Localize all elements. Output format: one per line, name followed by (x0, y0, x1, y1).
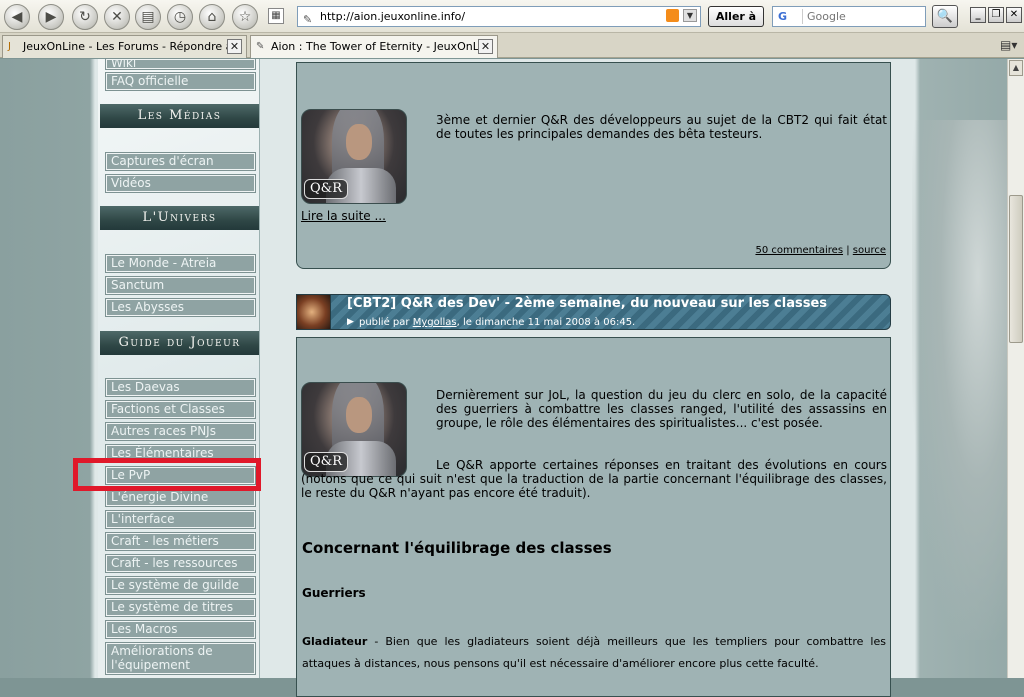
meta-prefix: publié par (359, 317, 410, 328)
bookmark-star-icon[interactable]: ☆ (232, 4, 258, 30)
go-button[interactable]: Aller à (708, 6, 764, 27)
tab-label: Aion : The Tower of Eternity - JeuxOnLi.… (271, 40, 493, 53)
article-paragraph-2: Le Q&R apporte certaines réponses en tra… (301, 458, 887, 500)
restore-button[interactable]: ❐ (988, 7, 1004, 23)
address-text: http://aion.jeuxonline.info/ (320, 10, 466, 23)
tab-close-icon[interactable]: ✕ (227, 39, 242, 54)
background-creature-art (912, 120, 1022, 640)
tab-list-icon[interactable]: ▤▾ (1000, 38, 1018, 52)
author-link[interactable]: Mygollas (413, 317, 457, 328)
gladiator-paragraph: Gladiateur - Bien que les gladiateurs so… (302, 631, 886, 675)
back-icon[interactable]: ◀ (4, 4, 30, 30)
qr-thumbnail[interactable]: Q&R (301, 109, 407, 204)
sidebar-item-craft-metiers[interactable]: Craft - les métiers (105, 532, 256, 551)
sidebar-item-daevas[interactable]: Les Daevas (105, 378, 256, 397)
sidebar-item-macros[interactable]: Les Macros (105, 620, 256, 639)
sidebar-item-factions[interactable]: Factions et Classes (105, 400, 256, 419)
stop-icon[interactable]: ✕ (104, 4, 130, 30)
reload-icon[interactable]: ↻ (72, 4, 98, 30)
minimize-button[interactable]: _ (970, 7, 986, 23)
tab-strip: J JeuxOnLine - Les Forums - Répondre a..… (0, 33, 1024, 58)
search-box[interactable]: G (772, 6, 926, 27)
article-title[interactable]: [CBT2] Q&R des Dev' - 2ème semaine, du n… (347, 296, 827, 311)
article-header: [CBT2] Q&R des Dev' - 2ème semaine, du n… (296, 294, 891, 330)
google-icon[interactable]: G (775, 9, 803, 24)
qr-badge: Q&R (304, 179, 348, 199)
forward-icon[interactable]: ▶ (38, 4, 64, 30)
sidebar-item-ameliorations[interactable]: Améliorations de l'équipement (105, 642, 256, 675)
character-face (346, 397, 372, 433)
sidebar-item-races[interactable]: Autres races PNJs (105, 422, 256, 441)
comments-link[interactable]: 50 commentaires (755, 245, 843, 256)
meta-suffix: , le dimanche 11 mai 2008 à 06:45. (456, 317, 636, 328)
close-window-button[interactable]: ✕ (1006, 7, 1022, 23)
sidebar-item-interface[interactable]: L'interface (105, 510, 256, 529)
sidebar-item-captures[interactable]: Captures d'écran (105, 152, 256, 171)
monster-avatar-icon (297, 295, 331, 329)
sidebar-item-faq[interactable]: FAQ officielle (105, 72, 256, 91)
sidebar-item-abysses[interactable]: Les Abysses (105, 298, 256, 317)
rss-icon[interactable] (666, 9, 679, 22)
history-icon[interactable]: ◷ (167, 4, 193, 30)
sidebar-item-craft-ressources[interactable]: Craft - les ressources (105, 554, 256, 573)
source-link[interactable]: source (853, 245, 886, 256)
sidebar-item-monde[interactable]: Le Monde - Atreia (105, 254, 256, 273)
gladiator-text: - Bien que les gladiateurs soient déjà m… (302, 635, 886, 670)
search-button[interactable]: 🔍 (932, 5, 958, 28)
sidebar-header-univers: L'Univers (100, 206, 259, 230)
tab-close-icon[interactable]: ✕ (478, 39, 493, 54)
sidebar-item-guilde[interactable]: Le système de guilde (105, 576, 256, 595)
page-info-icon[interactable]: ▦ (268, 8, 284, 24)
subheading-guerriers: Guerriers (302, 586, 366, 600)
news-card-1: Q&R 3ème et dernier Q&R des développeurs… (296, 62, 891, 269)
article-meta: ▶ publié par Mygollas, le dimanche 11 ma… (347, 317, 636, 328)
gladiator-label: Gladiateur (302, 635, 368, 648)
sidebar-item-energie[interactable]: L'énergie Divine (105, 488, 256, 507)
sidebar-item-wiki[interactable]: Wiki (105, 58, 256, 70)
tab-aion[interactable]: ✎ Aion : The Tower of Eternity - JeuxOnL… (250, 35, 498, 58)
page-favicon-icon: ✎ (256, 41, 265, 52)
play-arrow-icon: ▶ (347, 317, 354, 327)
sidebar-header-medias: Les Médias (100, 104, 259, 128)
page-scrollbar[interactable]: ▲ (1007, 59, 1024, 678)
character-face (346, 124, 372, 160)
sidebar-item-titres[interactable]: Le système de titres (105, 598, 256, 617)
page-icon: ✎ (303, 13, 313, 26)
sidebar-item-sanctum[interactable]: Sanctum (105, 276, 256, 295)
home-icon[interactable]: ⌂ (199, 4, 225, 30)
highlight-box (73, 458, 261, 491)
search-input[interactable] (807, 9, 923, 24)
jol-favicon-icon: J (8, 41, 11, 52)
browser-toolbar: ◀ ▶ ↻ ✕ ▤ ◷ ⌂ ☆ ▦ ✎ http://aion.jeuxonli… (0, 0, 1024, 33)
sidebar-item-videos[interactable]: Vidéos (105, 174, 256, 193)
read-more-link[interactable]: Lire la suite ... (301, 209, 386, 223)
footer-separator: | (846, 245, 850, 256)
tab-forums[interactable]: J JeuxOnLine - Les Forums - Répondre a..… (2, 35, 247, 58)
address-bar[interactable]: ✎ http://aion.jeuxonline.info/ (297, 6, 701, 27)
article-summary: 3ème et dernier Q&R des développeurs au … (436, 113, 887, 141)
section-heading: Concernant l'équilibrage des classes (302, 539, 612, 557)
print-icon[interactable]: ▤ (135, 4, 161, 30)
article-footer: 50 commentaires | source (755, 245, 886, 256)
tab-label: JeuxOnLine - Les Forums - Répondre a... (23, 40, 243, 53)
scroll-up-icon[interactable]: ▲ (1009, 60, 1023, 76)
scroll-thumb[interactable] (1009, 195, 1023, 343)
dropdown-arrow-icon[interactable]: ▼ (683, 9, 697, 22)
article-paragraph-1: Dernièrement sur JoL, la question du jeu… (436, 388, 887, 430)
sidebar-header-guide: Guide du Joueur (100, 331, 259, 355)
